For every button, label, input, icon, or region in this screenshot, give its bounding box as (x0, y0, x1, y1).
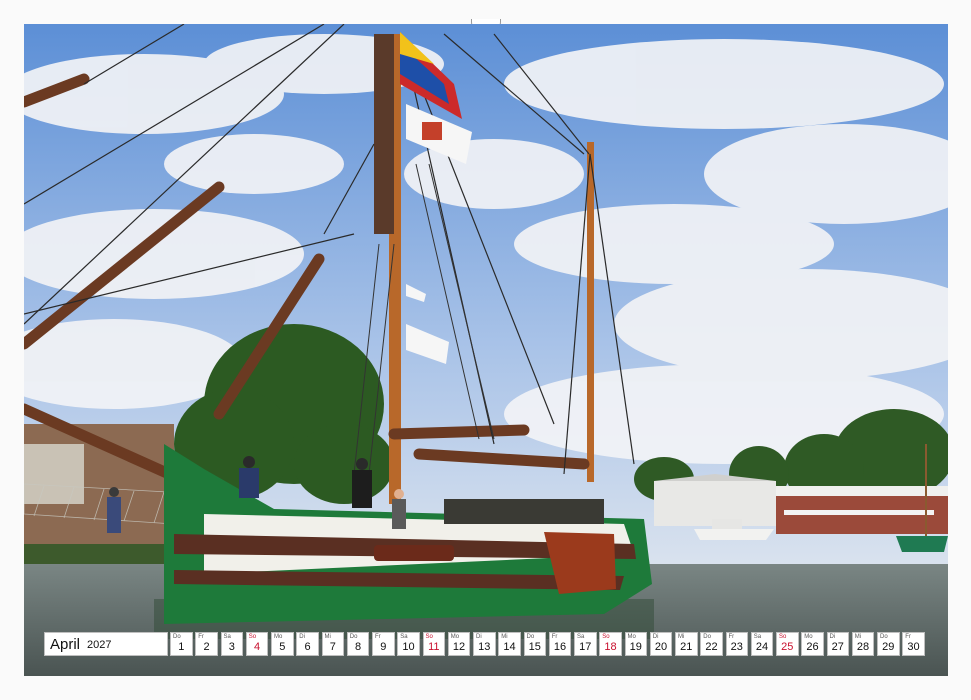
day-cell: Do 8 (346, 632, 370, 656)
day-cell: Mi 14 (498, 632, 521, 656)
weekday-label: Mi (324, 634, 331, 640)
day-number: 22 (705, 641, 718, 653)
day-cell: Di 20 (649, 632, 673, 656)
day-cell: So 25 (776, 632, 799, 656)
weekday-label: Fr (728, 634, 735, 640)
day-cell: Sa 3 (220, 632, 244, 656)
day-number: 28 (856, 641, 870, 653)
day-number: 21 (680, 641, 693, 653)
day-number: 2 (203, 641, 210, 653)
day-cell: Sa 24 (750, 632, 774, 656)
day-cell: Do 29 (877, 632, 900, 656)
day-cell: Di 6 (296, 632, 319, 656)
month-year: 2027 (87, 639, 112, 651)
day-number: 11 (428, 641, 440, 653)
weekday-label: Do (703, 634, 711, 640)
weekday-label: Mi (854, 634, 862, 640)
day-number: 24 (755, 641, 769, 653)
weekday-label: So (248, 634, 257, 640)
weekday-label: Mi (501, 634, 508, 640)
month-calendar-strip: April 2027 Do 1 Fr 2 Sa 3 So 4 Mo 5 Di 6 Mi 7 Do 8 Fr 9 Sa… (44, 632, 928, 656)
weekday-label: Di (652, 634, 659, 640)
day-number: 15 (528, 641, 541, 653)
weekday-label: Di (829, 634, 836, 640)
day-cell: Sa 10 (397, 632, 420, 656)
weekday-label: Sa (400, 634, 408, 640)
day-number: 5 (279, 641, 286, 653)
weekday-label: Fr (905, 634, 911, 640)
day-cell: Sa 17 (574, 632, 597, 656)
day-cell: So 18 (599, 632, 622, 656)
weekday-label: So (779, 634, 787, 640)
day-number: 19 (629, 641, 642, 653)
day-number: 29 (882, 641, 895, 653)
weekday-label: Fr (375, 634, 381, 640)
day-cell: Mi 7 (321, 632, 345, 656)
harbor-ship-photo (24, 24, 948, 676)
weekday-label: Do (173, 634, 181, 640)
day-cell: Fr 9 (372, 632, 395, 656)
month-name: April (50, 636, 81, 653)
day-number: 25 (781, 641, 794, 653)
weekday-label: Mo (804, 634, 813, 640)
day-number: 16 (553, 641, 567, 653)
day-cell: Mi 21 (675, 632, 698, 656)
day-cell: Di 13 (473, 632, 496, 656)
day-cell: So 4 (245, 632, 269, 656)
day-number: 12 (452, 641, 466, 653)
day-cell: Mo 12 (447, 632, 471, 656)
weekday-label: Di (476, 634, 482, 640)
weekday-label: So (425, 634, 433, 640)
day-cell: Fr 16 (548, 632, 572, 656)
day-number: 18 (604, 641, 617, 653)
day-number: 3 (228, 641, 235, 653)
weekday-label: Di (299, 634, 305, 640)
weekday-label: Fr (198, 634, 204, 640)
day-cell: Fr 23 (725, 632, 749, 656)
day-number: 27 (831, 641, 844, 653)
day-number: 1 (178, 641, 185, 653)
weekday-label: Do (349, 634, 358, 640)
weekday-label: Sa (753, 634, 762, 640)
day-cell: So 11 (422, 632, 446, 656)
day-number: 10 (402, 641, 415, 653)
day-cell: Fr 30 (902, 632, 925, 656)
day-cells: Do 1 Fr 2 Sa 3 So 4 Mo 5 Di 6 Mi 7 Do 8 Fr 9 Sa 10 So 11 Mo 12 D… (170, 632, 928, 656)
weekday-label: Mo (627, 634, 636, 640)
day-number: 23 (730, 641, 743, 653)
weekday-label: Do (880, 634, 888, 640)
day-number: 9 (380, 641, 387, 653)
day-number: 4 (253, 641, 261, 653)
weekday-label: Do (526, 634, 535, 640)
day-cell: Fr 2 (195, 632, 218, 656)
day-number: 30 (907, 641, 920, 653)
day-cell: Do 22 (700, 632, 723, 656)
day-cell: Mo 26 (801, 632, 824, 656)
weekday-label: Mo (450, 634, 460, 640)
day-number: 8 (354, 641, 362, 653)
weekday-label: Mo (274, 634, 283, 640)
day-cell: Do 15 (523, 632, 547, 656)
weekday-label: So (602, 634, 610, 640)
calendar-page: April 2027 Do 1 Fr 2 Sa 3 So 4 Mo 5 Di 6 Mi 7 Do 8 Fr 9 Sa… (0, 0, 971, 700)
day-cell: Di 27 (826, 632, 850, 656)
weekday-label: Fr (551, 634, 558, 640)
month-label: April 2027 (44, 632, 168, 656)
day-number: 14 (503, 641, 516, 653)
weekday-label: Sa (223, 634, 231, 640)
day-number: 17 (579, 641, 592, 653)
weekday-label: Sa (577, 634, 585, 640)
ship-photo-illustration (24, 24, 948, 676)
day-number: 7 (329, 641, 336, 653)
day-number: 6 (304, 641, 311, 653)
day-cell: Do 1 (170, 632, 193, 656)
day-number: 26 (806, 641, 819, 653)
weekday-label: Mi (678, 634, 685, 640)
day-number: 20 (654, 641, 668, 653)
day-cell: Mi 28 (851, 632, 875, 656)
day-cell: Mo 5 (271, 632, 294, 656)
day-number: 13 (478, 641, 491, 653)
day-cell: Mo 19 (624, 632, 648, 656)
